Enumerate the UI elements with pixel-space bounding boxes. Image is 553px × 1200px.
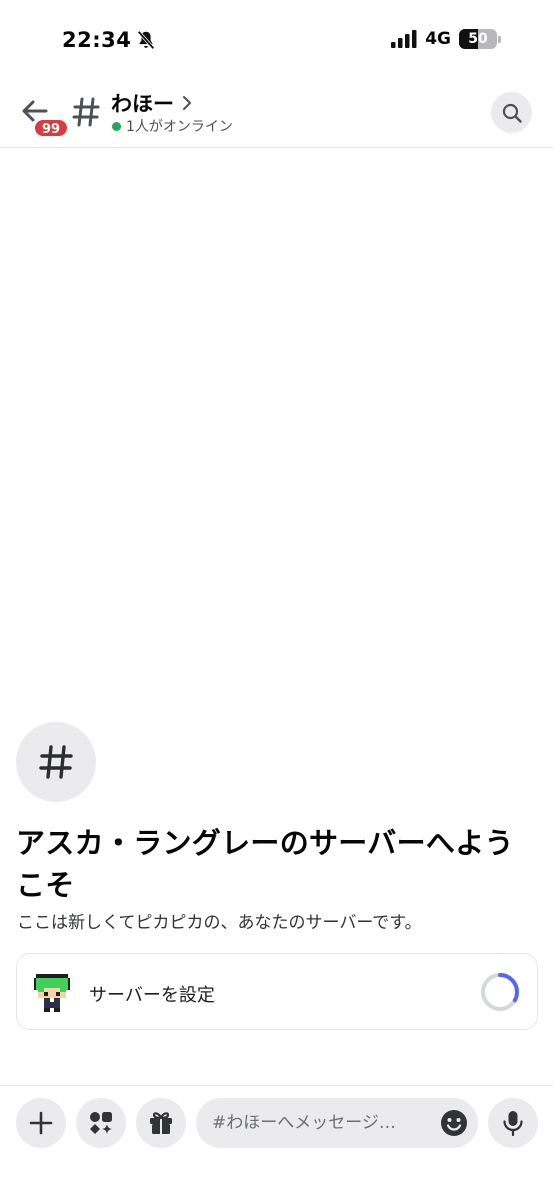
search-icon bbox=[502, 103, 522, 123]
message-composer bbox=[0, 1085, 553, 1200]
chevron-right-icon bbox=[183, 96, 191, 110]
plus-icon bbox=[29, 1111, 53, 1135]
gift-icon bbox=[150, 1112, 172, 1134]
battery-icon: 50 bbox=[459, 29, 497, 49]
status-time: 22:34 bbox=[62, 28, 132, 52]
emoji-icon[interactable] bbox=[440, 1109, 468, 1137]
battery-cap bbox=[498, 35, 501, 43]
message-input-field[interactable] bbox=[196, 1098, 478, 1148]
network-type-label: 4G bbox=[425, 29, 451, 49]
apps-sparkle-icon bbox=[90, 1112, 112, 1134]
online-status: 1人がオンライン bbox=[112, 116, 233, 136]
cellular-signal-icon bbox=[391, 30, 417, 48]
welcome-title: アスカ・ラングレーのサーバーへようこそ bbox=[16, 826, 514, 902]
welcome-subtitle: ここは新しくてピカピカの、あなたのサーバーです。 bbox=[17, 913, 422, 933]
microphone-icon bbox=[503, 1111, 523, 1136]
pixel-character-icon bbox=[34, 974, 70, 1012]
time-group: 22:34 bbox=[62, 28, 157, 52]
welcome-hash-avatar bbox=[16, 722, 96, 802]
setup-server-label: サーバーを設定 bbox=[89, 985, 215, 1006]
channel-header: わほー 1人がオンライン bbox=[0, 80, 553, 148]
gift-button[interactable] bbox=[136, 1098, 186, 1148]
online-status-text: 1人がオンライン bbox=[126, 119, 233, 135]
apps-button[interactable] bbox=[76, 1098, 126, 1148]
channel-hash-icon bbox=[39, 745, 73, 779]
unread-count-badge: 99 bbox=[33, 118, 69, 138]
battery-percentage: 50 bbox=[468, 31, 488, 47]
search-button[interactable] bbox=[491, 92, 532, 133]
setup-server-card[interactable]: サーバーを設定 bbox=[16, 953, 538, 1030]
status-indicators: 4G 50 bbox=[391, 29, 501, 49]
add-attachment-button[interactable] bbox=[16, 1098, 66, 1148]
battery-indicator: 50 bbox=[459, 29, 501, 49]
channel-hash-icon bbox=[72, 97, 100, 127]
channel-title-button[interactable]: わほー bbox=[111, 88, 192, 118]
setup-progress-ring bbox=[481, 973, 519, 1011]
voice-message-button[interactable] bbox=[488, 1098, 538, 1148]
status-bar: 22:34 4G 50 bbox=[0, 0, 553, 80]
online-dot bbox=[112, 121, 121, 131]
message-input[interactable] bbox=[212, 1098, 432, 1148]
channel-title: わほー bbox=[111, 92, 174, 116]
bell-muted-icon bbox=[137, 30, 155, 50]
